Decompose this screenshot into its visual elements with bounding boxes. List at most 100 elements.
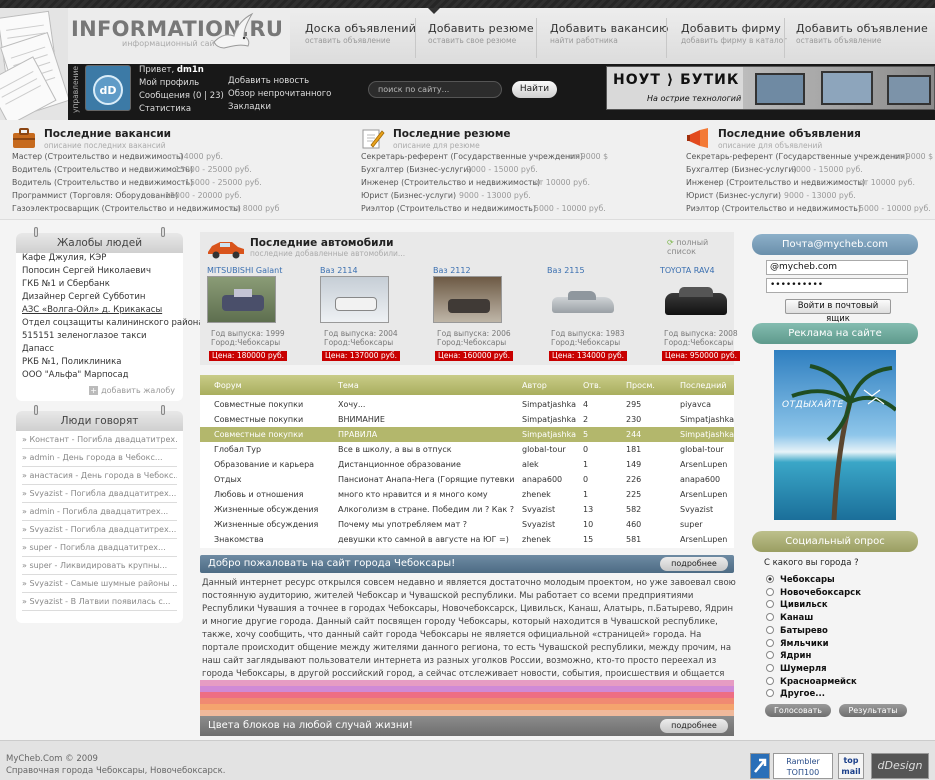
complaint-item[interactable]: Попосин Сергей Николаевич xyxy=(22,266,151,276)
ddesign-badge[interactable]: dDesign xyxy=(871,753,929,779)
poll-option[interactable]: Канаш xyxy=(766,613,813,623)
forum-row[interactable]: Совместные покупки Хочу... Simpatjashka 4 29… xyxy=(200,397,734,412)
radio-icon[interactable] xyxy=(766,587,774,596)
forum-row[interactable]: Отдых Пансионат Анапа-Нега (Горящие путев… xyxy=(200,472,734,487)
beach-ad-banner[interactable]: ОТДЫХАЙТЕ xyxy=(774,350,896,520)
car-card[interactable]: Ваз 2114 Год выпуска: 2004 Город:Чебокса… xyxy=(320,266,430,364)
results-button[interactable]: Результаты xyxy=(839,704,907,717)
nav-add-vacancy[interactable]: Добавить вакансию найти работника xyxy=(550,22,679,52)
forum-row[interactable]: Любовь и отношения много кто нравится и я… xyxy=(200,487,734,502)
resume-row[interactable]: Секретарь-референт (Государственные учре… xyxy=(361,152,608,163)
search-button[interactable]: Найти xyxy=(512,81,557,98)
poll-option[interactable]: Новочебоксарск xyxy=(766,587,861,598)
complaint-item[interactable]: Отдел соцзащиты калининского района xyxy=(22,318,204,328)
forum-row[interactable]: Совместные покупки ВНИМАНИЕ Simpatjashka 2 2… xyxy=(200,412,734,427)
comment-item[interactable]: » анастасия - День города в Чебокс... xyxy=(22,467,177,485)
poll-option[interactable]: Красноармейск xyxy=(766,676,857,687)
car-card[interactable]: Ваз 2115 Год выпуска: 1983 Город:Чебокса… xyxy=(547,266,657,364)
comment-item[interactable]: » super - Погибла двадцатитрех... xyxy=(22,539,177,557)
ddesign-badge-text: dDesign xyxy=(877,759,923,772)
radio-icon[interactable] xyxy=(766,676,774,685)
resume-row[interactable]: Бухгалтер (Бизнес-услуги) 9000 - 15000 ру… xyxy=(361,165,538,176)
comment-item[interactable]: » Svyazist - В Латвии появилась с... xyxy=(22,593,177,611)
car-card[interactable]: MITSUBISHI Galant Год выпуска: 1999 Горо… xyxy=(207,266,317,364)
avatar[interactable]: dD xyxy=(85,65,131,111)
forum-row[interactable]: Образование и карьера Дистанционное образ… xyxy=(200,457,734,472)
ad-row[interactable]: Юрист (Бизнес-услуги) 9000 - 13000 руб. xyxy=(686,191,856,202)
topmail-badge[interactable]: top mail xyxy=(838,753,864,779)
link-unread-overview[interactable]: Обзор непрочитанного xyxy=(228,88,331,101)
forum-row[interactable]: Совместные покупки ПРАВИЛА Simpatjashka 5 24… xyxy=(200,427,734,442)
vote-button[interactable]: Голосовать xyxy=(765,704,831,717)
comment-item[interactable]: » admin - День города в Чебокс... xyxy=(22,449,177,467)
vacancy-row[interactable]: Водитель (Строительство и недвижимость) 1… xyxy=(12,165,252,176)
link-add-news[interactable]: Добавить новость xyxy=(228,75,331,88)
poll-option[interactable]: Батырево xyxy=(766,625,828,636)
poll-option[interactable]: Ямльчики xyxy=(766,638,829,649)
complaint-item[interactable]: Дапасс xyxy=(22,344,54,354)
car-card[interactable]: Ваз 2112 Год выпуска: 2006 Город:Чебокса… xyxy=(433,266,543,364)
comment-item[interactable]: » Svyazist - Погибла двадцатитрех... xyxy=(22,521,177,539)
radio-icon[interactable] xyxy=(766,689,774,698)
nav-board[interactable]: Доска объявлений оставить объявление xyxy=(305,22,426,52)
nav-add-ad[interactable]: Добавить объявление оставить объявление xyxy=(796,22,935,52)
radio-icon[interactable] xyxy=(766,625,774,634)
vacancy-row[interactable]: Газоэлектросварщик (Строительство и недв… xyxy=(12,204,279,215)
vacancy-row[interactable]: Мастер (Строительство и недвижимость) от … xyxy=(12,152,223,163)
poll-option[interactable]: Чебоксары xyxy=(766,575,835,585)
arrow-badge-icon[interactable] xyxy=(750,753,770,779)
link-my-profile[interactable]: Мой профиль xyxy=(139,77,224,90)
comment-item[interactable]: » Svyazist - Погибла двадцатитрех... xyxy=(22,485,177,503)
comment-item[interactable]: » Констант - Погибла двадцатитрех... xyxy=(22,431,177,449)
search-input[interactable]: поиск по сайту... xyxy=(368,81,502,98)
comment-item[interactable]: » admin - Погибла двадцатитрех... xyxy=(22,503,177,521)
complaint-item[interactable]: Дизайнер Сергей Субботин xyxy=(22,292,145,302)
resume-row[interactable]: Инженер (Строительство и недвижимость) от… xyxy=(361,178,590,189)
complaint-item[interactable]: ООО "Альфа" Марпосад xyxy=(22,370,128,380)
colors-more-button[interactable]: подробнее xyxy=(660,719,728,733)
resume-row[interactable]: Юрист (Бизнес-услуги) 9000 - 13000 руб. xyxy=(361,191,531,202)
poll-option[interactable]: Цивильск xyxy=(766,600,828,610)
complaint-item[interactable]: Кафе Джулия, КЭР xyxy=(22,253,106,263)
comment-item[interactable]: » Svyazist - Самые шумные районы ... xyxy=(22,575,177,593)
ad-row[interactable]: Инженер (Строительство и недвижимость) от… xyxy=(686,178,915,189)
link-bookmarks[interactable]: Закладки xyxy=(228,101,331,114)
link-statistics[interactable]: Статистика xyxy=(139,103,224,116)
forum-row[interactable]: Знакомства девушки кто самной в августе н… xyxy=(200,532,734,547)
complaint-item[interactable]: 515151 зеленоглазое такси xyxy=(22,331,147,341)
poll-option[interactable]: Ядрин xyxy=(766,651,811,661)
radio-icon[interactable] xyxy=(766,613,774,622)
poll-option[interactable]: Другое... xyxy=(766,689,825,699)
comment-item[interactable]: » super - Ликвидировать крупны... xyxy=(22,557,177,575)
add-complaint-link[interactable]: + добавить жалобу xyxy=(89,386,175,395)
complaint-item[interactable]: РКБ №1, Поликлиника xyxy=(22,357,121,367)
nav-add-company[interactable]: Добавить фирму добавить фирму в каталог xyxy=(681,22,797,52)
cars-full-list-link[interactable]: ⟳ полный список xyxy=(667,238,734,256)
ad-row[interactable]: Секретарь-референт (Государственные учре… xyxy=(686,152,933,163)
radio-icon[interactable] xyxy=(766,575,774,583)
notebook-banner-ad[interactable]: НОУТ ⟩ БУТИК На острие технологий xyxy=(606,66,935,110)
forum-row[interactable]: Жизненные обсуждения Почему мы употребляе… xyxy=(200,517,734,532)
resume-row[interactable]: Риэлтор (Строительство и недвижимость) 50… xyxy=(361,204,606,215)
vacancy-row[interactable]: Водитель (Строительство и недвижимость) 1… xyxy=(12,178,262,189)
rambler-badge[interactable]: Rambler ТОП100 xyxy=(773,753,833,779)
mail-password-input[interactable]: •••••••••• xyxy=(766,278,908,293)
radio-icon[interactable] xyxy=(766,651,774,660)
ad-row[interactable]: Бухгалтер (Бизнес-услуги) 9000 - 15000 ру… xyxy=(686,165,863,176)
radio-icon[interactable] xyxy=(766,638,774,647)
forum-row[interactable]: Жизненные обсуждения Алкоголизм в стране.… xyxy=(200,502,734,517)
ad-row[interactable]: Риэлтор (Строительство и недвижимость) 50… xyxy=(686,204,931,215)
car-card[interactable]: TOYOTA RAV4 Год выпуска: 2008 Город:Чебо… xyxy=(660,266,770,364)
radio-icon[interactable] xyxy=(766,600,774,609)
radio-icon[interactable] xyxy=(766,663,774,672)
link-messages[interactable]: Сообщения (0 | 23) xyxy=(139,90,224,103)
forum-row[interactable]: Глобал Тур Все в школу, а вы в отпуск glob… xyxy=(200,442,734,457)
complaint-item[interactable]: ГКБ №1 и Сбербанк xyxy=(22,279,110,289)
nav-add-resume[interactable]: Добавить резюме оставить свое резюме xyxy=(428,22,544,52)
poll-option[interactable]: Шумерля xyxy=(766,663,827,674)
mail-login-button[interactable]: Войти в почтовый ящик xyxy=(785,299,891,324)
welcome-more-button[interactable]: подробнее xyxy=(660,557,728,571)
vacancy-row[interactable]: Программист (Торговля: Оборудование) 1500… xyxy=(12,191,242,202)
complaint-item[interactable]: АЗС «Волга-Ойл» д. Крикакасы xyxy=(22,305,162,315)
mail-login-input[interactable]: @mycheb.com xyxy=(766,260,908,275)
